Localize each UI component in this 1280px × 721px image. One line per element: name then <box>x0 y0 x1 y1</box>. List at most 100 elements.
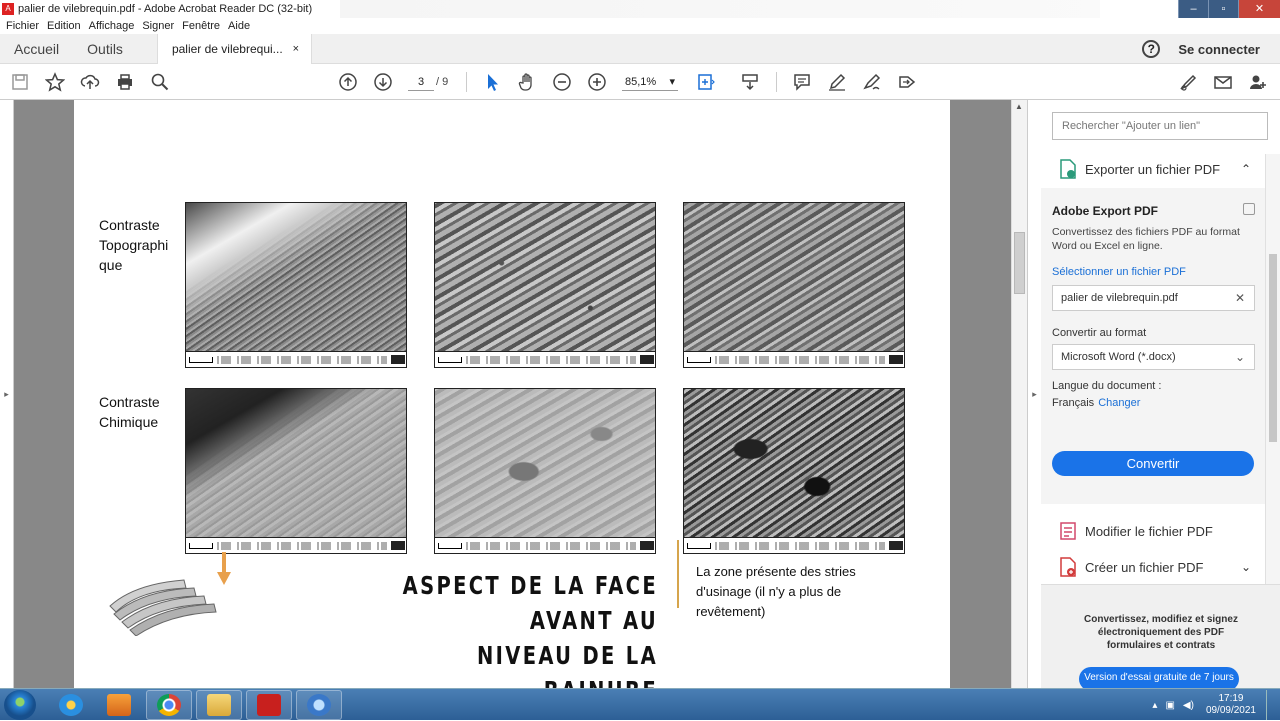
windows-taskbar: ▴ ▣ ◀) 17:19 09/09/2021 <box>0 688 1280 720</box>
row-label-chemical: Contraste Chimique <box>99 394 160 430</box>
star-icon[interactable] <box>43 70 67 94</box>
copy-icon[interactable] <box>1243 203 1255 215</box>
tool-search-input[interactable]: Rechercher "Ajouter un lien" <box>1052 112 1268 140</box>
language-label: Langue du document : <box>1052 380 1162 392</box>
selected-file-name: palier de vilebrequin.pdf <box>1061 292 1178 304</box>
toolbar-divider <box>466 72 467 92</box>
edit-pdf-icon <box>1060 522 1076 540</box>
scroll-mode-icon[interactable] <box>738 70 762 94</box>
search-zoom-icon[interactable] <box>148 70 172 94</box>
format-select[interactable]: Microsoft Word (*.docx) ⌄ <box>1052 344 1255 370</box>
menu-affichage[interactable]: Affichage <box>89 20 135 32</box>
title-bar: A palier de vilebrequin.pdf - Adobe Acro… <box>0 0 1280 18</box>
send-sign-icon[interactable] <box>1176 70 1200 94</box>
left-panel-toggle[interactable]: ▸ <box>0 100 14 688</box>
email-icon[interactable] <box>1211 70 1235 94</box>
export-pdf-header[interactable]: Exporter un fichier PDF ⌃ <box>1041 152 1265 186</box>
convert-format-label: Convertir au format <box>1052 327 1147 339</box>
menu-aide[interactable]: Aide <box>228 20 250 32</box>
language-row: Français Changer <box>1052 397 1140 409</box>
chrome-icon[interactable] <box>146 690 192 720</box>
chevron-up-icon[interactable]: ⌃ <box>1241 162 1251 176</box>
clock[interactable]: 17:19 09/09/2021 <box>1206 693 1256 717</box>
document-viewport[interactable]: ▸ Contraste Topographi que Contraste Chi… <box>0 100 1041 705</box>
save-icon[interactable] <box>8 70 32 94</box>
window-controls: – ▫ ✕ <box>1178 0 1280 18</box>
maximize-button[interactable]: ▫ <box>1208 0 1238 18</box>
scrollbar-thumb[interactable] <box>1014 232 1025 294</box>
panel-scrollbar[interactable] <box>1265 154 1280 584</box>
adobe-export-title: Adobe Export PDF <box>1052 204 1159 218</box>
close-button[interactable]: ✕ <box>1238 0 1280 18</box>
menu-fenetre[interactable]: Fenêtre <box>182 20 220 32</box>
tab-document[interactable]: palier de vilebrequi... × <box>156 33 313 64</box>
conclusion-text: La zone présente des stries d'usinage (i… <box>696 564 856 619</box>
menu-edition[interactable]: Edition <box>47 20 81 32</box>
ie-icon[interactable] <box>48 690 94 720</box>
sem-image <box>683 202 905 368</box>
language-value: Français <box>1052 397 1095 409</box>
tray-arrow-icon[interactable]: ▴ <box>1152 700 1157 711</box>
zoom-out-icon[interactable] <box>550 70 574 94</box>
window-title: palier de vilebrequin.pdf - Adobe Acroba… <box>18 3 313 15</box>
section-heading: ASPECT DE LA FACE AVANT AU NIVEAU DE LA … <box>374 568 658 708</box>
page-fit-icon[interactable] <box>694 70 718 94</box>
document-scrollbar[interactable]: ▲ <box>1011 100 1027 688</box>
menu-signer[interactable]: Signer <box>142 20 174 32</box>
bearing-shells-icon <box>109 579 217 636</box>
media-icon[interactable] <box>96 690 142 720</box>
create-pdf-label: Créer un fichier PDF <box>1085 559 1204 575</box>
zoom-level-select[interactable]: 85,1% ▾ <box>622 73 678 91</box>
chevron-down-icon[interactable]: ⌄ <box>1241 560 1251 574</box>
highlight-pen-icon[interactable] <box>825 70 849 94</box>
panel-scrollbar-thumb[interactable] <box>1269 254 1277 442</box>
sem-image <box>185 202 407 368</box>
page-total: / 9 <box>436 76 449 88</box>
close-tab-icon[interactable]: × <box>293 34 299 64</box>
minimize-button[interactable]: – <box>1178 0 1208 18</box>
network-icon[interactable]: ▣ <box>1165 700 1174 711</box>
scroll-up-arrow[interactable]: ▲ <box>1015 102 1023 111</box>
account-area: ? Se connecter <box>1142 34 1260 64</box>
upload-icon[interactable] <box>78 70 102 94</box>
volume-icon[interactable]: ◀) <box>1183 700 1194 711</box>
show-desktop-button[interactable] <box>1266 690 1276 720</box>
change-language-link[interactable]: Changer <box>1098 397 1140 409</box>
page-down-icon[interactable] <box>371 70 395 94</box>
convert-button[interactable]: Convertir <box>1052 451 1254 476</box>
sem-image <box>185 388 407 554</box>
start-button[interactable] <box>4 690 36 720</box>
sem-image <box>434 388 656 554</box>
add-user-icon[interactable] <box>1246 70 1270 94</box>
select-pdf-link[interactable]: Sélectionner un fichier PDF <box>1052 266 1186 278</box>
create-pdf-tool[interactable]: Créer un fichier PDF ⌄ <box>1041 550 1265 584</box>
share-icon[interactable] <box>895 70 919 94</box>
sem-image <box>434 202 656 368</box>
promo-box: Convertissez, modifiez et signez électro… <box>1041 584 1280 691</box>
comment-icon[interactable] <box>790 70 814 94</box>
right-panel-toggle[interactable]: ▸ <box>1027 100 1041 688</box>
sign-in-link[interactable]: Se connecter <box>1178 42 1260 57</box>
tab-bar: Accueil Outils palier de vilebrequi... ×… <box>0 33 1280 64</box>
page-number-input[interactable]: 3 <box>408 73 434 91</box>
zoom-in-icon[interactable] <box>585 70 609 94</box>
hand-icon[interactable] <box>515 70 539 94</box>
selected-file-field[interactable]: palier de vilebrequin.pdf ✕ <box>1052 285 1255 311</box>
page-up-icon[interactable] <box>336 70 360 94</box>
system-tray: ▴ ▣ ◀) 17:19 09/09/2021 <box>1152 689 1276 721</box>
print-icon[interactable] <box>113 70 137 94</box>
sign-icon[interactable] <box>860 70 884 94</box>
menu-fichier[interactable]: Fichier <box>6 20 39 32</box>
help-icon[interactable]: ? <box>1142 40 1161 58</box>
acrobat-icon[interactable] <box>246 690 292 720</box>
explorer-icon[interactable] <box>196 690 242 720</box>
edit-pdf-tool[interactable]: Modifier le fichier PDF <box>1041 514 1265 548</box>
clear-icon[interactable]: ✕ <box>1235 286 1245 310</box>
tab-accueil[interactable]: Accueil <box>0 41 73 57</box>
tab-outils[interactable]: Outils <box>73 41 137 57</box>
background-tabs <box>340 0 1100 18</box>
accent-divider <box>677 540 679 608</box>
pdf-icon: A <box>2 3 14 15</box>
select-cursor-icon[interactable] <box>480 70 504 94</box>
app-icon[interactable] <box>296 690 342 720</box>
